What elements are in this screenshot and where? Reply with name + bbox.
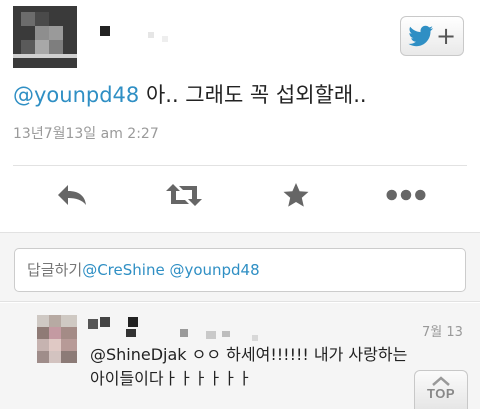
tweet-body: 아.. 그래도 꼭 섭외할래.. — [139, 83, 367, 107]
reply-text-line: @ShineDjak ㅇㅇ 하세여!!!!!! 내가 사랑하는 — [90, 345, 408, 364]
more-button[interactable] — [386, 177, 426, 213]
tweet-actions — [0, 165, 480, 225]
retweet-icon — [166, 184, 202, 206]
more-icon — [386, 189, 426, 201]
scroll-top-label: TOP — [427, 386, 455, 401]
follow-button[interactable]: + — [400, 16, 464, 56]
reply-text-line: 아이들이다ㅏㅏㅏㅏㅏㅏ — [90, 369, 252, 388]
scroll-top-button[interactable]: TOP — [414, 370, 468, 409]
reply-text: @ShineDjak ㅇㅇ 하세여!!!!!! 내가 사랑하는 아이들이다ㅏㅏㅏ… — [90, 343, 430, 391]
chevron-up-icon — [432, 376, 450, 386]
reply-input[interactable]: 답글하기@CreShine @younpd48 — [14, 248, 466, 292]
reply-icon — [58, 185, 86, 205]
reply-tweet[interactable]: 7월 13 @ShineDjak ㅇㅇ 하세여!!!!!! 내가 사랑하는 아이… — [0, 303, 480, 409]
tweet-header: + — [0, 0, 480, 72]
tweet-text: @younpd48 아.. 그래도 꼭 섭외할래.. — [13, 80, 473, 110]
tweet-timestamp: 13년7월13일 am 2:27 — [13, 126, 159, 142]
follow-plus-label: + — [435, 22, 457, 50]
avatar[interactable] — [13, 6, 77, 68]
reply-compose-area: 답글하기@CreShine @younpd48 — [0, 232, 480, 302]
twitter-bird-icon — [408, 25, 433, 47]
reply-button[interactable] — [52, 177, 92, 213]
star-icon — [283, 183, 309, 207]
reply-date: 7월 13 — [422, 325, 463, 340]
reply-avatar[interactable] — [37, 315, 77, 363]
reply-mentions: @CreShine @younpd48 — [82, 261, 260, 279]
favorite-button[interactable] — [276, 177, 316, 213]
retweet-button[interactable] — [164, 177, 204, 213]
reply-prefix: 답글하기 — [27, 261, 83, 279]
mention-link[interactable]: @younpd48 — [13, 83, 139, 107]
